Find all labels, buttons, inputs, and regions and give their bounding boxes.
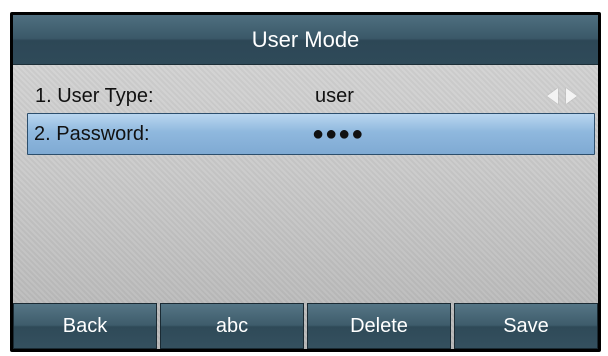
- softkey-bar: Back abc Delete Save: [13, 303, 598, 349]
- list-item-password[interactable]: 2. Password: ●●●●: [27, 113, 595, 155]
- phone-screen-bezel: User Mode 1. User Type: user 2. Password…: [10, 12, 601, 352]
- page-title: User Mode: [251, 26, 360, 52]
- back-button[interactable]: Back: [13, 303, 157, 349]
- option-switcher[interactable]: [547, 88, 577, 104]
- left-arrow-icon[interactable]: [547, 88, 558, 104]
- user-type-value: user: [315, 84, 354, 107]
- title-bar: User Mode: [13, 15, 598, 65]
- input-mode-button[interactable]: abc: [160, 303, 304, 349]
- password-label: 2. Password:: [34, 122, 150, 145]
- phone-display: User Mode 1. User Type: user 2. Password…: [13, 15, 598, 349]
- delete-button[interactable]: Delete: [307, 303, 451, 349]
- password-field[interactable]: ●●●●: [312, 123, 364, 146]
- user-type-label: 1. User Type:: [35, 84, 154, 107]
- list-item-user-type[interactable]: 1. User Type: user: [25, 75, 593, 117]
- save-button[interactable]: Save: [454, 303, 598, 349]
- right-arrow-icon[interactable]: [566, 88, 577, 104]
